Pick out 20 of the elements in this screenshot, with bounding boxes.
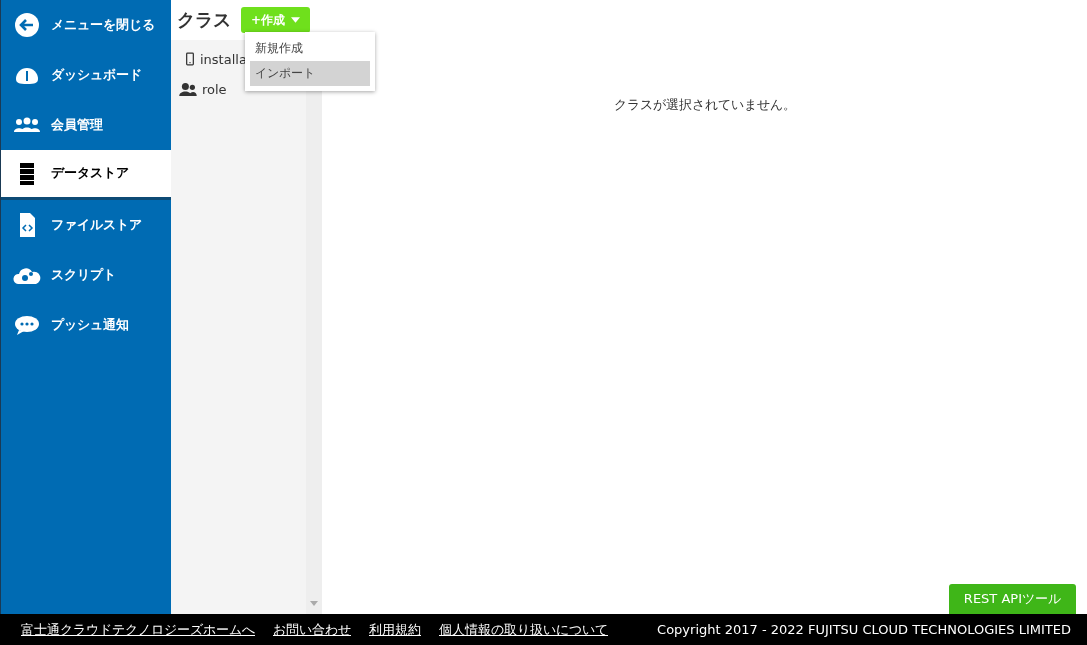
copyright-text: Copyright 2017 - 2022 FUJITSU CLOUD TECHNOLOGIES LIMITED xyxy=(657,622,1071,637)
menu-item[interactable]: 新規作成 xyxy=(250,36,370,61)
sidebar-item[interactable]: データストア xyxy=(1,150,171,200)
sidebar-item[interactable]: スクリプト xyxy=(1,250,171,300)
footer-link[interactable]: お問い合わせ xyxy=(273,620,351,639)
menu-item[interactable]: インポート xyxy=(250,61,370,86)
sidebar-item[interactable]: プッシュ通知 xyxy=(1,300,171,350)
sidebar-item[interactable]: ファイルストア xyxy=(1,200,171,250)
sidebar-item[interactable]: 会員管理 xyxy=(1,100,171,150)
phone-icon xyxy=(185,52,195,66)
scroll-down-icon xyxy=(310,601,318,606)
footer-link[interactable]: 利用規約 xyxy=(369,620,421,639)
footer-link[interactable]: 個人情報の取り扱いについて xyxy=(439,620,608,639)
users-icon xyxy=(179,82,197,96)
panel-title: クラス xyxy=(177,8,231,32)
empty-message: クラスが選択されていません。 xyxy=(613,96,796,114)
sidebar-item[interactable]: メニューを閉じる xyxy=(1,0,171,50)
sidebar-item[interactable]: ダッシュボード xyxy=(1,50,171,100)
footer-link[interactable]: 富士通クラウドテクノロジーズホームへ xyxy=(21,620,255,639)
caret-icon xyxy=(291,17,301,23)
